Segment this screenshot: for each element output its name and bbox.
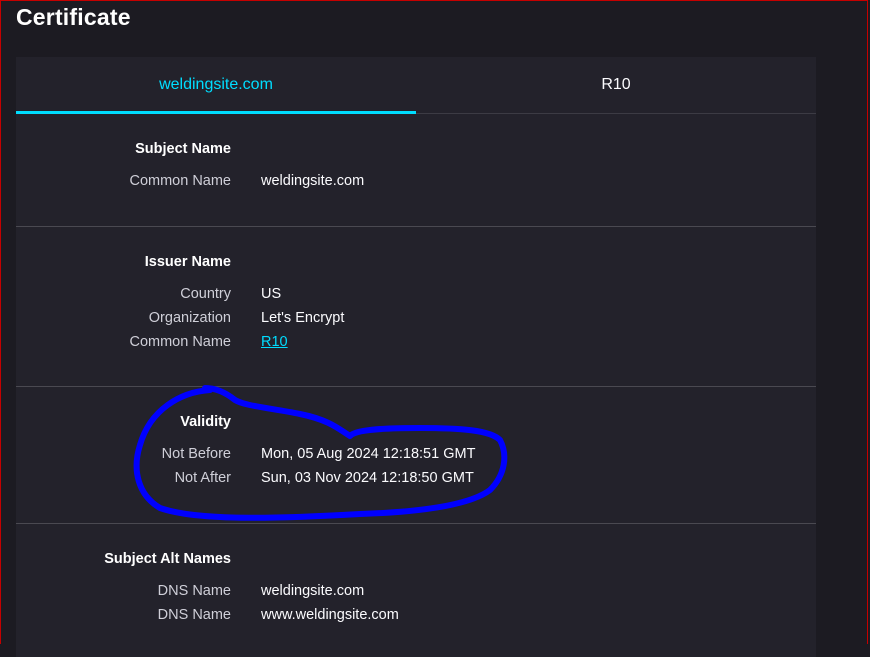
info-row: Not After Sun, 03 Nov 2024 12:18:50 GMT xyxy=(16,466,816,490)
tab-weldingsite[interactable]: weldingsite.com xyxy=(16,57,416,114)
info-row: DNS Name weldingsite.com xyxy=(16,579,816,603)
info-row: DNS Name www.weldingsite.com xyxy=(16,603,816,627)
info-row: Country US xyxy=(16,282,816,306)
tab-bar: weldingsite.com R10 xyxy=(16,57,816,114)
row-key: Common Name xyxy=(129,173,231,189)
row-key: DNS Name xyxy=(157,607,231,623)
row-key: Common Name xyxy=(129,334,231,350)
section-issuer-name: Issuer Name Country US Organization Let'… xyxy=(16,227,816,387)
section-subject-name: Subject Name Common Name weldingsite.com xyxy=(16,114,816,227)
row-value: www.weldingsite.com xyxy=(261,607,399,623)
row-key: Organization xyxy=(148,310,231,326)
row-value: weldingsite.com xyxy=(261,583,365,599)
row-key: DNS Name xyxy=(157,583,231,599)
info-row: Organization Let's Encrypt xyxy=(16,306,816,330)
info-row: Common Name R10 xyxy=(16,330,816,354)
tab-r10[interactable]: R10 xyxy=(416,57,816,113)
section-subject-alt-names: Subject Alt Names DNS Name weldingsite.c… xyxy=(16,524,816,627)
info-row: Not Before Mon, 05 Aug 2024 12:18:51 GMT xyxy=(16,442,816,466)
row-key: Not Before xyxy=(161,446,231,462)
certificate-card: weldingsite.com R10 Subject Name Common … xyxy=(16,57,816,657)
section-heading: Issuer Name xyxy=(144,254,231,270)
info-row: Common Name weldingsite.com xyxy=(16,169,816,193)
row-value: Mon, 05 Aug 2024 12:18:51 GMT xyxy=(261,446,476,462)
section-heading: Validity xyxy=(180,414,231,430)
row-value: Let's Encrypt xyxy=(261,310,345,326)
row-key: Country xyxy=(180,286,231,302)
row-value: Sun, 03 Nov 2024 12:18:50 GMT xyxy=(261,470,474,486)
row-value: US xyxy=(261,286,282,302)
section-heading: Subject Alt Names xyxy=(104,551,231,567)
page-title: Certificate xyxy=(16,4,131,30)
row-key: Not After xyxy=(174,470,231,486)
issuer-common-name-link[interactable]: R10 xyxy=(261,334,288,350)
section-heading: Subject Name xyxy=(135,141,231,157)
row-value: weldingsite.com xyxy=(261,173,365,189)
section-validity: Validity Not Before Mon, 05 Aug 2024 12:… xyxy=(16,387,816,524)
